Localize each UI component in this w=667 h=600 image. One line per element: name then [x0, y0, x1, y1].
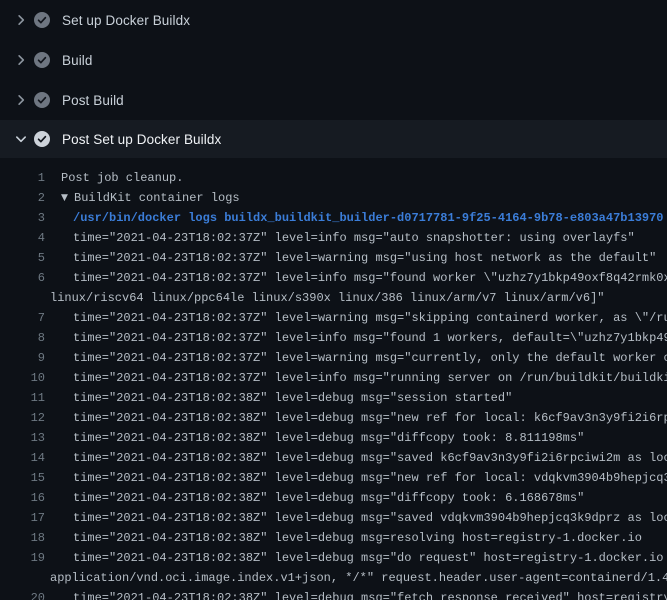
actions-log-viewer: Set up Docker Buildx Build Post Build Post … — [0, 0, 667, 600]
log-line: application/vnd.oci.image.index.v1+json,… — [0, 568, 667, 588]
chevron-right-icon — [8, 52, 34, 68]
log-line: 8 time="2021-04-23T18:02:37Z" level=info … — [0, 328, 667, 348]
line-number[interactable]: 6 — [0, 268, 45, 288]
step-row-set-up-docker-buildx[interactable]: Set up Docker Buildx — [0, 0, 667, 40]
log-line: 14 time="2021-04-23T18:02:38Z" level=debu… — [0, 448, 667, 468]
step-label: Post Build — [62, 93, 124, 108]
log-text: time="2021-04-23T18:02:38Z" level=debug … — [73, 411, 667, 425]
check-circle-icon — [34, 131, 50, 147]
line-number[interactable]: 9 — [0, 348, 45, 368]
line-number[interactable]: 20 — [0, 588, 45, 600]
chevron-right-icon — [8, 92, 34, 108]
step-row-build[interactable]: Build — [0, 40, 667, 80]
log-text: application/vnd.oci.image.index.v1+json,… — [50, 571, 667, 585]
log-line: 13 time="2021-04-23T18:02:38Z" level=debu… — [0, 428, 667, 448]
log-line: 19 time="2021-04-23T18:02:38Z" level=debu… — [0, 548, 667, 568]
log-text: Post job cleanup. — [61, 171, 183, 185]
line-number[interactable]: 5 — [0, 248, 45, 268]
log-line: 20 time="2021-04-23T18:02:38Z" level=debu… — [0, 588, 667, 600]
line-number[interactable]: 15 — [0, 468, 45, 488]
check-circle-icon — [34, 12, 50, 28]
line-number[interactable]: 12 — [0, 408, 45, 428]
log-text: time="2021-04-23T18:02:38Z" level=debug … — [73, 551, 667, 565]
log-line: linux/riscv64 linux/ppc64le linux/s390x … — [0, 288, 667, 308]
log-text: time="2021-04-23T18:02:38Z" level=debug … — [73, 391, 512, 405]
line-number[interactable]: 4 — [0, 228, 45, 248]
log-text: time="2021-04-23T18:02:38Z" level=debug … — [73, 491, 584, 505]
log-line: 6 time="2021-04-23T18:02:37Z" level=info … — [0, 268, 667, 288]
log-text: time="2021-04-23T18:02:38Z" level=debug … — [73, 531, 642, 545]
line-number[interactable]: 1 — [0, 168, 45, 188]
log-group-title[interactable]: BuildKit container logs — [74, 191, 240, 205]
log-line: 9 time="2021-04-23T18:02:37Z" level=warni… — [0, 348, 667, 368]
log-line: 1 Post job cleanup. — [0, 168, 667, 188]
log-text: time="2021-04-23T18:02:37Z" level=info m… — [73, 271, 667, 285]
line-number[interactable]: 3 — [0, 208, 45, 228]
log-line: 10 time="2021-04-23T18:02:37Z" level=info… — [0, 368, 667, 388]
log-text: time="2021-04-23T18:02:38Z" level=debug … — [73, 511, 667, 525]
log-line: 17 time="2021-04-23T18:02:38Z" level=debu… — [0, 508, 667, 528]
log-area: 1 Post job cleanup. 2 ▼BuildKit container l… — [0, 158, 667, 600]
log-text: time="2021-04-23T18:02:38Z" level=debug … — [73, 431, 584, 445]
line-number[interactable]: 19 — [0, 548, 45, 568]
line-number[interactable]: 18 — [0, 528, 45, 548]
step-label: Build — [62, 53, 93, 68]
log-line: 4 time="2021-04-23T18:02:37Z" level=info … — [0, 228, 667, 248]
line-number[interactable]: 7 — [0, 308, 45, 328]
line-number[interactable]: 10 — [0, 368, 45, 388]
log-text: time="2021-04-23T18:02:37Z" level=warnin… — [73, 251, 656, 265]
log-text: time="2021-04-23T18:02:37Z" level=info m… — [73, 331, 667, 345]
step-label: Post Set up Docker Buildx — [62, 132, 221, 147]
step-row-post-set-up-docker-buildx[interactable]: Post Set up Docker Buildx — [0, 120, 667, 158]
chevron-down-icon — [8, 131, 34, 147]
log-text: time="2021-04-23T18:02:38Z" level=debug … — [73, 451, 667, 465]
log-text: time="2021-04-23T18:02:37Z" level=warnin… — [73, 311, 667, 325]
line-number[interactable]: 11 — [0, 388, 45, 408]
log-line: 2 ▼BuildKit container logs — [0, 188, 667, 208]
step-label: Set up Docker Buildx — [62, 13, 190, 28]
log-text: time="2021-04-23T18:02:37Z" level=info m… — [73, 371, 667, 385]
log-line: 5 time="2021-04-23T18:02:37Z" level=warni… — [0, 248, 667, 268]
log-line: 11 time="2021-04-23T18:02:38Z" level=debu… — [0, 388, 667, 408]
line-number[interactable]: 16 — [0, 488, 45, 508]
log-text: time="2021-04-23T18:02:38Z" level=debug … — [73, 471, 667, 485]
log-text: time="2021-04-23T18:02:37Z" level=warnin… — [73, 351, 667, 365]
steps-list: Set up Docker Buildx Build Post Build Post … — [0, 0, 667, 158]
log-line: 12 time="2021-04-23T18:02:38Z" level=debu… — [0, 408, 667, 428]
log-line: 18 time="2021-04-23T18:02:38Z" level=debu… — [0, 528, 667, 548]
collapse-triangle-icon[interactable]: ▼ — [61, 188, 74, 208]
line-number[interactable]: 14 — [0, 448, 45, 468]
line-number[interactable]: 2 — [0, 188, 45, 208]
command-text: /usr/bin/docker logs buildx_buildkit_bui… — [73, 211, 664, 225]
line-number[interactable]: 17 — [0, 508, 45, 528]
log-line: 7 time="2021-04-23T18:02:37Z" level=warni… — [0, 308, 667, 328]
step-row-post-build[interactable]: Post Build — [0, 80, 667, 120]
log-line: 15 time="2021-04-23T18:02:38Z" level=debu… — [0, 468, 667, 488]
log-text: time="2021-04-23T18:02:37Z" level=info m… — [73, 231, 635, 245]
chevron-right-icon — [8, 12, 34, 28]
check-circle-icon — [34, 92, 50, 108]
log-text: time="2021-04-23T18:02:38Z" level=debug … — [73, 591, 667, 600]
check-circle-icon — [34, 52, 50, 68]
line-number[interactable]: 8 — [0, 328, 45, 348]
log-line: 16 time="2021-04-23T18:02:38Z" level=debu… — [0, 488, 667, 508]
log-line: 3/usr/bin/docker logs buildx_buildkit_bu… — [0, 208, 667, 228]
line-number[interactable]: 13 — [0, 428, 45, 448]
log-text: linux/riscv64 linux/ppc64le linux/s390x … — [50, 291, 605, 305]
